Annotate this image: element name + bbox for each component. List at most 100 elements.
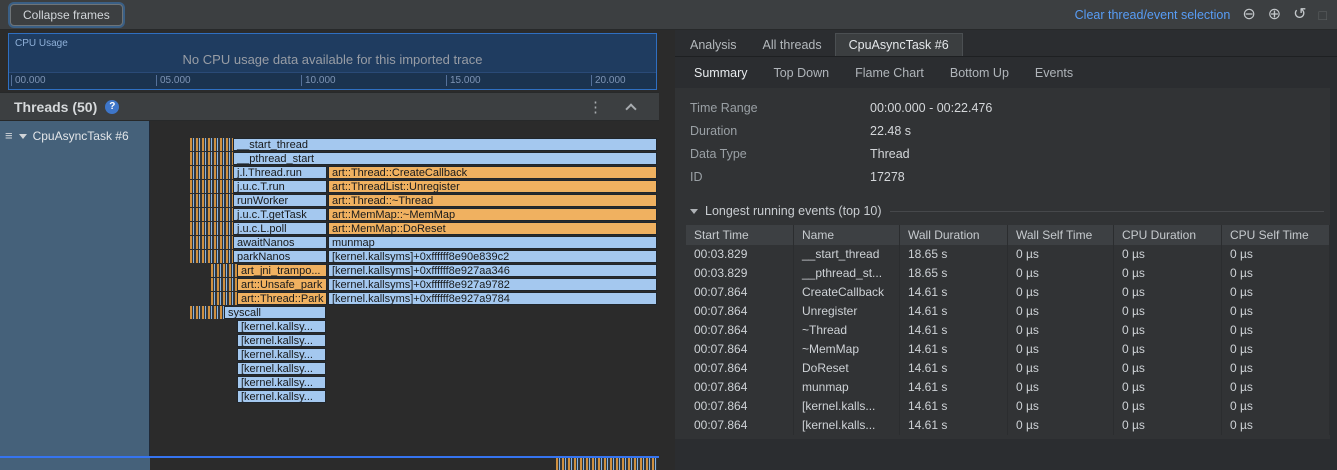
drag-handle-icon[interactable]: ≡ bbox=[5, 130, 13, 142]
flame-minor-frames[interactable] bbox=[190, 180, 233, 193]
clear-selection-link[interactable]: Clear thread/event selection bbox=[1075, 8, 1231, 22]
flame-bar[interactable]: munmap bbox=[328, 236, 657, 249]
flame-bar[interactable]: runWorker bbox=[233, 194, 327, 207]
table-cell: 14.61 s bbox=[900, 321, 1008, 340]
table-cell: 14.61 s bbox=[900, 283, 1008, 302]
flame-minor-frames[interactable] bbox=[211, 278, 237, 291]
expand-arrow-icon[interactable] bbox=[19, 134, 27, 139]
column-header-cpu-self-time[interactable]: CPU Self Time bbox=[1222, 225, 1330, 245]
table-row[interactable]: 00:07.864[kernel.kalls...14.61 s0 µs0 µs… bbox=[686, 397, 1330, 416]
flame-minor-frames[interactable] bbox=[190, 236, 233, 249]
table-row[interactable]: 00:07.864~MemMap14.61 s0 µs0 µs0 µs bbox=[686, 340, 1330, 359]
summary-field-value: 17278 bbox=[870, 166, 1330, 189]
table-cell: 0 µs bbox=[1114, 321, 1222, 340]
flame-bar[interactable]: syscall bbox=[224, 306, 326, 319]
flame-bar[interactable]: j.u.c.T.getTask bbox=[233, 208, 327, 221]
flame-bar[interactable]: __pthread_start bbox=[233, 152, 657, 165]
table-row[interactable]: 00:07.864~Thread14.61 s0 µs0 µs0 µs bbox=[686, 321, 1330, 340]
table-row[interactable]: 00:07.864Unregister14.61 s0 µs0 µs0 µs bbox=[686, 302, 1330, 321]
flame-minor-frames[interactable] bbox=[190, 208, 233, 221]
table-row[interactable]: 00:03.829__pthread_st...18.65 s0 µs0 µs0… bbox=[686, 264, 1330, 283]
thread-label-column[interactable]: ≡ CpuAsyncTask #6 bbox=[0, 121, 150, 456]
cpu-usage-panel[interactable]: CPU Usage No CPU usage data available fo… bbox=[8, 33, 657, 90]
flame-bar[interactable]: [kernel.kallsyms]+0xffffff8e927a9784 bbox=[328, 292, 657, 305]
collapse-frames-button[interactable]: Collapse frames bbox=[10, 4, 123, 26]
table-cell: 00:07.864 bbox=[686, 302, 794, 321]
table-cell: 0 µs bbox=[1008, 283, 1114, 302]
flame-bar[interactable]: art::MemMap::DoReset bbox=[328, 222, 657, 235]
flame-minor-frames[interactable] bbox=[190, 152, 233, 165]
tab-cpuasynctask-6[interactable]: CpuAsyncTask #6 bbox=[835, 33, 963, 56]
flame-minor-frames[interactable] bbox=[190, 250, 233, 263]
thread-label-row[interactable]: ≡ CpuAsyncTask #6 bbox=[0, 121, 149, 143]
flame-minor-frames[interactable] bbox=[190, 306, 224, 319]
events-table-header: Start TimeNameWall DurationWall Self Tim… bbox=[686, 225, 1330, 245]
next-track-minor-frames[interactable] bbox=[556, 458, 657, 470]
column-header-cpu-duration[interactable]: CPU Duration bbox=[1114, 225, 1222, 245]
next-track-label-column[interactable] bbox=[0, 458, 150, 470]
next-track-preview bbox=[0, 456, 659, 470]
subtab-bottom-up[interactable]: Bottom Up bbox=[937, 58, 1022, 88]
zoom-in-icon[interactable]: ⊕ bbox=[1268, 7, 1281, 23]
timeline-panel: CPU Usage No CPU usage data available fo… bbox=[0, 30, 659, 470]
flame-minor-frames[interactable] bbox=[211, 292, 237, 305]
summary-field-time-range: Time Range00:00.000 - 00:22.476 bbox=[675, 97, 1330, 120]
flame-bar[interactable]: art::Unsafe_park bbox=[237, 278, 327, 291]
flame-bar[interactable]: art::MemMap::~MemMap bbox=[328, 208, 657, 221]
summary-field-value: 22.48 s bbox=[870, 120, 1330, 143]
collapse-panel-icon[interactable] bbox=[625, 103, 636, 114]
tab-analysis[interactable]: Analysis bbox=[677, 34, 750, 56]
help-icon[interactable]: ? bbox=[105, 100, 119, 114]
table-row[interactable]: 00:03.829__start_thread18.65 s0 µs0 µs0 … bbox=[686, 245, 1330, 264]
table-row[interactable]: 00:07.864CreateCallback14.61 s0 µs0 µs0 … bbox=[686, 283, 1330, 302]
flame-bar[interactable]: __start_thread bbox=[233, 138, 657, 151]
table-row[interactable]: 00:07.864munmap14.61 s0 µs0 µs0 µs bbox=[686, 378, 1330, 397]
flame-bar[interactable]: [kernel.kallsy... bbox=[237, 390, 326, 403]
flame-bar[interactable]: j.u.c.T.run bbox=[233, 180, 327, 193]
table-cell: 0 µs bbox=[1114, 378, 1222, 397]
flame-bar[interactable]: art_jni_trampo... bbox=[237, 264, 327, 277]
flame-bar[interactable]: parkNanos bbox=[233, 250, 327, 263]
flame-bar[interactable]: [kernel.kallsy... bbox=[237, 348, 326, 361]
more-options-icon[interactable]: ⋮ bbox=[588, 98, 603, 116]
column-header-start-time[interactable]: Start Time bbox=[686, 225, 794, 245]
subtab-flame-chart[interactable]: Flame Chart bbox=[842, 58, 937, 88]
column-header-name[interactable]: Name bbox=[794, 225, 900, 245]
tab-all-threads[interactable]: All threads bbox=[750, 34, 835, 56]
flame-minor-frames[interactable] bbox=[190, 138, 233, 151]
subtab-events[interactable]: Events bbox=[1022, 58, 1086, 88]
zoom-out-icon[interactable]: ⊖ bbox=[1242, 7, 1255, 23]
flame-bar[interactable]: [kernel.kallsy... bbox=[237, 320, 326, 333]
column-header-wall-self-time[interactable]: Wall Self Time bbox=[1008, 225, 1114, 245]
subtab-top-down[interactable]: Top Down bbox=[760, 58, 842, 88]
summary-fields: Time Range00:00.000 - 00:22.476Duration2… bbox=[675, 97, 1330, 189]
flame-bar[interactable]: art::Thread::~Thread bbox=[328, 194, 657, 207]
flame-row: awaitNanosmunmap bbox=[150, 236, 659, 249]
flame-bar[interactable]: [kernel.kallsyms]+0xffffff8e927a9782 bbox=[328, 278, 657, 291]
table-cell: 0 µs bbox=[1008, 397, 1114, 416]
table-row[interactable]: 00:07.864[kernel.kalls...14.61 s0 µs0 µs… bbox=[686, 416, 1330, 435]
table-row[interactable]: 00:07.864DoReset14.61 s0 µs0 µs0 µs bbox=[686, 359, 1330, 378]
flame-minor-frames[interactable] bbox=[190, 166, 233, 179]
flame-bar[interactable]: [kernel.kallsy... bbox=[237, 334, 326, 347]
table-cell: 0 µs bbox=[1114, 416, 1222, 435]
flame-bar[interactable]: j.l.Thread.run bbox=[233, 166, 327, 179]
reset-zoom-icon[interactable]: ↺ bbox=[1293, 7, 1306, 23]
flame-bar[interactable]: art::Thread::CreateCallback bbox=[328, 166, 657, 179]
flame-bar[interactable]: [kernel.kallsy... bbox=[237, 376, 326, 389]
flame-minor-frames[interactable] bbox=[211, 264, 237, 277]
flame-bar[interactable]: j.u.c.L.poll bbox=[233, 222, 327, 235]
section-collapse-icon[interactable] bbox=[690, 209, 698, 214]
flame-bar[interactable]: awaitNanos bbox=[233, 236, 327, 249]
column-header-wall-duration[interactable]: Wall Duration bbox=[900, 225, 1008, 245]
flame-bar[interactable]: [kernel.kallsyms]+0xffffff8e927aa346 bbox=[328, 264, 657, 277]
flame-minor-frames[interactable] bbox=[190, 194, 233, 207]
flame-bar[interactable]: [kernel.kallsyms]+0xffffff8e90e839c2 bbox=[328, 250, 657, 263]
flame-bar[interactable]: art::ThreadList::Unregister bbox=[328, 180, 657, 193]
flame-bar[interactable]: art::Thread::Park bbox=[237, 292, 327, 305]
table-cell: 0 µs bbox=[1114, 397, 1222, 416]
subtab-summary[interactable]: Summary bbox=[681, 58, 760, 88]
flame-minor-frames[interactable] bbox=[190, 222, 233, 235]
flame-row: syscall bbox=[150, 306, 659, 319]
flame-bar[interactable]: [kernel.kallsy... bbox=[237, 362, 326, 375]
